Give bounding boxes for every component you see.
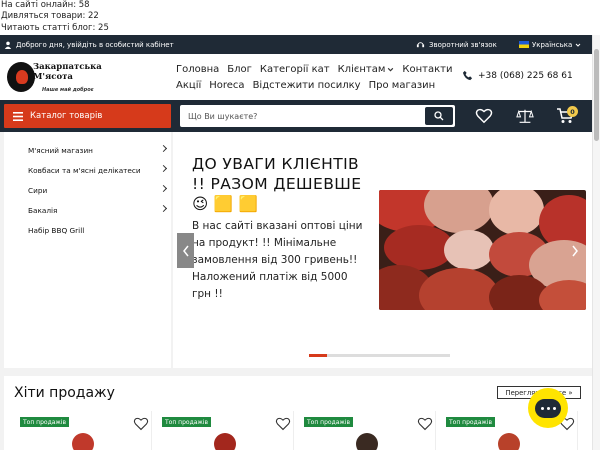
slide-text: ДО УВАГИ КЛІЄНТІВ !! РАЗОМ ДЕШЕВШЕ 😉 🟨 🟨…: [192, 154, 367, 303]
slider-pagination[interactable]: [309, 354, 450, 357]
slide-headline: ДО УВАГИ КЛІЄНТІВ !! РАЗОМ ДЕШЕВШЕ 😉 🟨 🟨: [192, 155, 362, 213]
nav-track-parcel[interactable]: Відстежити посилку: [253, 80, 361, 91]
chevron-left-icon: [182, 245, 189, 256]
chat-bubble-icon: [535, 398, 561, 418]
nav-blog[interactable]: Блог: [227, 64, 252, 75]
stat-viewing: Дивляться товари: 22: [1, 11, 99, 22]
heart-icon[interactable]: [133, 417, 149, 431]
product-thumbnail: [356, 433, 378, 450]
stat-reading: Читають статті блог: 25: [1, 22, 109, 33]
pig-logo-icon: [7, 62, 35, 92]
phone-icon: [462, 70, 473, 81]
slider-next-button[interactable]: [566, 236, 583, 265]
heart-icon[interactable]: [417, 417, 433, 431]
chevron-right-icon: [159, 204, 168, 213]
sidebar-item-label: Набір BBQ Grill: [28, 225, 85, 235]
product-thumbnail: [498, 433, 520, 450]
sidebar-item-sausages[interactable]: Ковбаси та м'ясні делікатеси: [4, 160, 171, 180]
language-label: Українська: [532, 40, 573, 49]
search-button[interactable]: [425, 107, 453, 125]
chevron-right-icon: [159, 184, 168, 193]
callback-text: Зворотний зв'язок: [429, 40, 497, 49]
bestsellers-title: Хіти продажу: [14, 385, 115, 401]
chat-widget-button[interactable]: [528, 388, 568, 428]
nav-horeca[interactable]: Horeca: [209, 80, 244, 91]
login-link[interactable]: Доброго дня, увійдіть в особистий кабіне…: [4, 41, 174, 49]
heart-icon[interactable]: [275, 417, 291, 431]
wishlist-button[interactable]: [475, 108, 493, 124]
slider-prev-button[interactable]: [177, 233, 194, 268]
logo-text: Закарпатська М'ясота: [33, 62, 102, 82]
catalog-bar: Каталог товарів: [0, 100, 592, 132]
category-sidebar: М'ясний магазин Ковбаси та м'ясні деліка…: [4, 132, 171, 368]
nav-promotions[interactable]: Акції: [176, 80, 201, 91]
top-sales-badge: Топ продажів: [162, 417, 212, 427]
header: Закарпатська М'ясота Наше май доброє Гол…: [0, 54, 592, 100]
chevron-right-icon: [571, 245, 578, 256]
product-thumbnail: [72, 433, 94, 450]
phone-contact[interactable]: +38 (068) 225 68 61: [462, 70, 573, 81]
online-stats: На сайті онлайн: 58 Дивляться товари: 22…: [0, 0, 600, 35]
logo-slogan: Наше май доброє: [42, 87, 94, 93]
scrollbar-thumb[interactable]: [594, 49, 599, 141]
nav-categories[interactable]: Категорії кат: [260, 64, 330, 75]
sidebar-item-label: Ковбаси та м'ясні делікатеси: [28, 165, 141, 175]
compare-button[interactable]: [516, 108, 534, 124]
nav-home[interactable]: Головна: [176, 64, 219, 75]
search-icon: [434, 111, 444, 121]
sidebar-item-meat-shop[interactable]: М'ясний магазин: [4, 140, 171, 160]
top-sales-badge: Топ продажів: [304, 417, 354, 427]
logo-line-2: М'ясота: [33, 71, 73, 82]
product-card[interactable]: Топ продажів: [14, 411, 152, 450]
login-text: Доброго дня, увійдіть в особистий кабіне…: [16, 40, 174, 49]
sidebar-item-cheese[interactable]: Сири: [4, 180, 171, 200]
catalog-label: Каталог товарів: [30, 111, 103, 121]
nav-row-1: Головна Блог Категорії кат Клієнтам Конт…: [176, 61, 456, 77]
product-card[interactable]: Топ продажів: [298, 411, 436, 450]
page-scrollbar[interactable]: [592, 35, 600, 450]
nav-contacts[interactable]: Контакти: [402, 64, 452, 75]
ukraine-flag-icon: [519, 41, 529, 48]
menu-icon: [13, 111, 23, 121]
nav-about[interactable]: Про магазин: [369, 80, 436, 91]
slide-body: В нас сайті вказані оптові ціни на проду…: [192, 220, 363, 300]
search-input[interactable]: [180, 105, 425, 127]
cart-count-badge: 0: [567, 106, 578, 117]
sidebar-item-label: М'ясний магазин: [28, 145, 93, 155]
scales-icon: [516, 109, 534, 123]
sidebar-item-grocery[interactable]: Бакалія: [4, 200, 171, 220]
product-card[interactable]: Топ продажів: [156, 411, 294, 450]
chevron-right-icon: [159, 144, 168, 153]
catalog-button[interactable]: Каталог товарів: [4, 104, 171, 128]
top-sales-badge: Топ продажів: [446, 417, 496, 427]
nav-row-2: Акції Horeca Відстежити посилку Про мага…: [176, 77, 456, 93]
phone-number: +38 (068) 225 68 61: [478, 70, 573, 81]
sidebar-item-bbq-set[interactable]: Набір BBQ Grill: [4, 220, 171, 240]
user-icon: [4, 41, 12, 49]
top-sales-badge: Топ продажів: [20, 417, 70, 427]
stat-online: На сайті онлайн: 58: [1, 0, 90, 10]
top-bar: Доброго дня, увійдіть в особистий кабіне…: [0, 35, 592, 54]
sidebar-item-label: Сири: [28, 185, 48, 195]
search-box: [180, 105, 455, 127]
site-logo[interactable]: Закарпатська М'ясота Наше май доброє: [7, 60, 107, 94]
bestsellers-section: Хіти продажу Переглянути все » Топ прода…: [4, 376, 592, 450]
nav-clients[interactable]: Клієнтам: [338, 64, 395, 75]
callback-link[interactable]: Зворотний зв'язок: [416, 40, 497, 49]
product-thumbnail: [214, 433, 236, 450]
slider-dot-active: [309, 354, 327, 357]
chevron-right-icon: [159, 164, 168, 173]
chevron-down-icon: [388, 67, 394, 71]
heart-icon: [475, 108, 493, 124]
phone-support-icon: [416, 42, 425, 48]
sidebar-item-label: Бакалія: [28, 205, 58, 215]
promo-slider: ДО УВАГИ КЛІЄНТІВ !! РАЗОМ ДЕШЕВШЕ 😉 🟨 🟨…: [173, 132, 592, 368]
main-nav: Головна Блог Категорії кат Клієнтам Конт…: [176, 61, 456, 93]
meat-products-image: [379, 190, 586, 310]
chevron-down-icon: [575, 43, 581, 47]
nav-clients-label: Клієнтам: [337, 63, 386, 75]
language-select[interactable]: Українська: [519, 41, 581, 49]
